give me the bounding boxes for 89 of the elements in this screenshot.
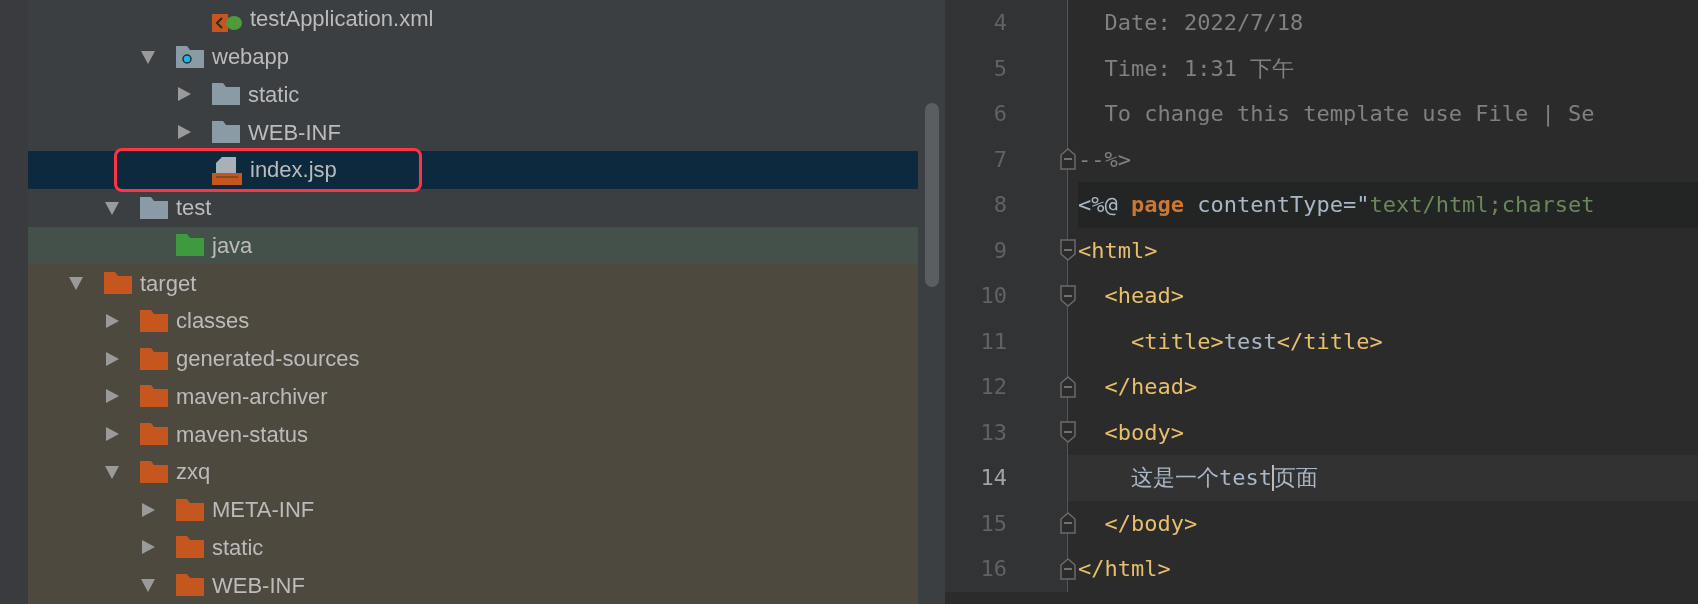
code-token: </head>	[1103, 373, 1198, 402]
folder-icon	[140, 423, 168, 446]
tree-item-label: classes	[176, 307, 250, 336]
fold-end-icon[interactable]	[1060, 512, 1076, 535]
tree-item[interactable]: static	[28, 75, 918, 114]
web-folder-icon	[176, 45, 204, 68]
scrollbar-thumb[interactable]	[925, 103, 939, 287]
tree-item[interactable]: static	[28, 528, 918, 567]
fold-start-icon[interactable]	[1060, 239, 1076, 262]
code-token: <body>	[1103, 418, 1184, 447]
tree-item[interactable]: WEB-INF	[28, 566, 918, 604]
tree-item-label: index.jsp	[250, 156, 337, 185]
fold-start-icon[interactable]	[1060, 421, 1076, 444]
tree-item-label: zxq	[176, 458, 211, 487]
code-token: page	[1131, 191, 1184, 220]
code-token: <html>	[1078, 236, 1158, 265]
fold-end-icon[interactable]	[1060, 557, 1076, 580]
tree-item[interactable]: classes	[28, 302, 918, 340]
collapsed-arrow-icon[interactable]	[176, 86, 192, 103]
tree-item[interactable]: WEB-INF	[28, 113, 918, 151]
collapsed-arrow-icon[interactable]	[104, 388, 120, 405]
folder-icon	[176, 498, 204, 521]
code-token: </title>	[1276, 327, 1383, 356]
jsp-file-icon	[212, 154, 242, 185]
code-token: 页面	[1273, 464, 1318, 493]
expanded-arrow-icon[interactable]	[140, 48, 156, 65]
tree-item[interactable]: target	[28, 264, 918, 302]
code-token: Time: 1:31 下午	[1103, 54, 1295, 83]
tree-item-label: maven-archiver	[176, 382, 328, 411]
tree-item-label: static	[248, 80, 300, 109]
collapsed-arrow-icon[interactable]	[176, 124, 192, 141]
tree-item[interactable]: generated-sources	[28, 339, 918, 378]
code-token: </body>	[1103, 509, 1198, 538]
folder-icon	[212, 121, 240, 144]
expanded-arrow-icon[interactable]	[140, 577, 156, 594]
tree-item-label: generated-sources	[176, 345, 360, 374]
tree-item-label: target	[140, 269, 197, 298]
fold-start-icon[interactable]	[1060, 284, 1076, 307]
text-caret	[1271, 464, 1274, 491]
collapsed-arrow-icon[interactable]	[140, 539, 156, 556]
tree-item-label: webapp	[212, 43, 290, 72]
code-token: <head>	[1103, 282, 1184, 311]
folder-icon	[140, 309, 168, 332]
tree-item-label: META-INF	[212, 496, 315, 525]
folder-icon	[140, 196, 168, 219]
folder-icon	[176, 536, 204, 559]
folder-icon	[140, 385, 168, 408]
code-token: test	[1223, 327, 1277, 356]
tree-item-label: java	[212, 231, 253, 260]
tree-item[interactable]: java	[28, 226, 918, 265]
code-token: </html>	[1078, 555, 1171, 584]
fold-end-icon[interactable]	[1060, 375, 1076, 398]
folder-icon	[176, 574, 204, 597]
code-token: To change this template use File | Se	[1103, 100, 1595, 129]
tree-item-label: WEB-INF	[212, 571, 305, 600]
collapsed-arrow-icon[interactable]	[104, 350, 120, 367]
tree-item-label: WEB-INF	[248, 118, 341, 147]
collapsed-arrow-icon[interactable]	[104, 426, 120, 443]
collapsed-arrow-icon[interactable]	[104, 312, 120, 329]
code-token: <%@	[1078, 191, 1119, 220]
folder-icon	[140, 460, 168, 483]
code-token: 这是一个test	[1129, 464, 1272, 493]
tree-item[interactable]: index.jsp	[28, 151, 918, 189]
tree-item-label: maven-status	[176, 420, 309, 449]
expanded-arrow-icon[interactable]	[104, 463, 120, 480]
tree-item[interactable]: maven-status	[28, 415, 918, 453]
code-token: --%>	[1078, 145, 1131, 174]
tree-item[interactable]: zxq	[28, 453, 918, 491]
tree-item-label: static	[212, 533, 264, 562]
code-token: <title>	[1129, 327, 1224, 356]
fold-end-icon[interactable]	[1060, 148, 1076, 171]
tree-item[interactable]: META-INF	[28, 490, 918, 529]
folder-icon	[212, 83, 240, 106]
tree-item[interactable]: webapp	[28, 37, 918, 76]
folder-icon	[140, 347, 168, 370]
tree-item[interactable]: test	[28, 188, 918, 227]
code-token: text/html;charset	[1369, 191, 1595, 220]
code-token: Date: 2022/7/18	[1103, 9, 1304, 38]
line-number: 14	[980, 464, 1007, 493]
collapsed-arrow-icon[interactable]	[140, 501, 156, 518]
code-token: contentType="	[1196, 191, 1370, 220]
tree-item-label: test	[176, 194, 212, 223]
folder-icon	[176, 234, 204, 257]
folder-icon	[104, 272, 132, 295]
expanded-arrow-icon[interactable]	[68, 275, 84, 292]
tree-item[interactable]: maven-archiver	[28, 377, 918, 416]
tree-item[interactable]: testApplication.xml	[28, 0, 918, 38]
expanded-arrow-icon[interactable]	[104, 199, 120, 216]
tree-item-label: testApplication.xml	[250, 5, 434, 34]
